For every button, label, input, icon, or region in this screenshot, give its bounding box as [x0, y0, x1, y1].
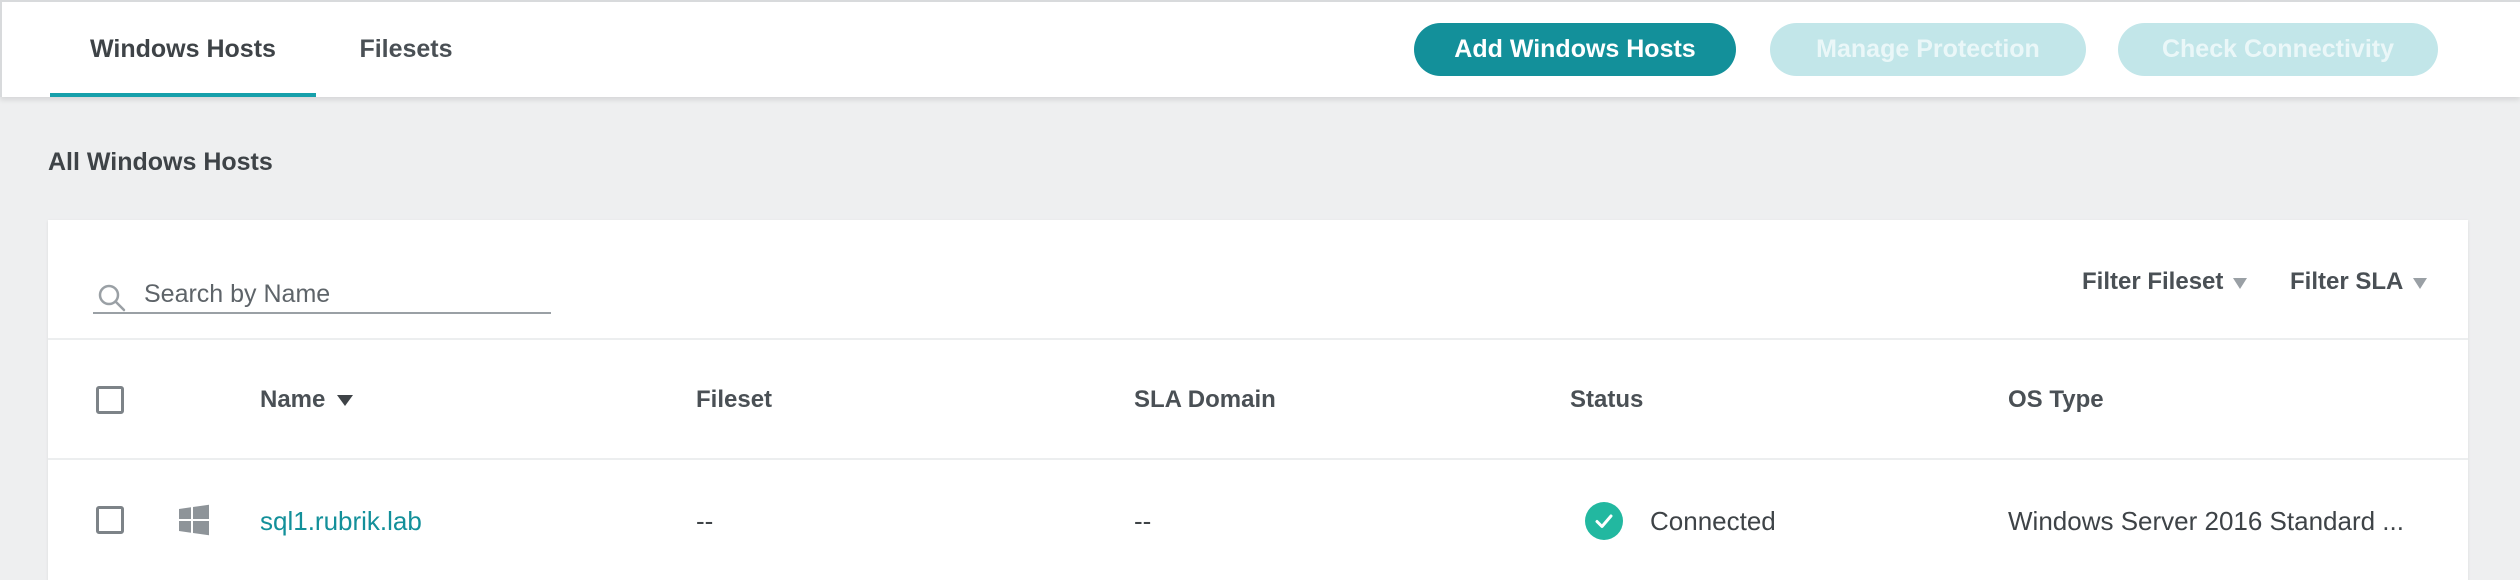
filter-fileset-dropdown[interactable]: Filter Fileset [2082, 264, 2248, 300]
column-os-type-label: OS Type [2008, 386, 2104, 413]
filter-sla-dropdown[interactable]: Filter SLA [2290, 264, 2428, 300]
column-header-status: Status [1570, 382, 1643, 418]
column-fileset-label: Fileset [696, 386, 773, 413]
chevron-down-icon [2413, 278, 2428, 289]
divider [48, 338, 2468, 340]
fileset-cell: -- [696, 505, 714, 536]
check-connectivity-button[interactable]: Check Connectivity [2118, 23, 2438, 76]
tab-filesets[interactable]: Filesets [344, 2, 468, 97]
column-header-sla-domain: SLA Domain [1134, 382, 1276, 418]
divider [48, 458, 2468, 460]
column-name-label: Name [260, 386, 326, 413]
check-circle-icon [1585, 502, 1623, 540]
row-checkbox[interactable] [96, 506, 124, 534]
check-connectivity-label: Check Connectivity [2161, 35, 2394, 63]
top-bar: Windows Hosts Filesets Add Windows Hosts… [0, 0, 2520, 97]
column-header-fileset: Fileset [696, 382, 772, 418]
sla-domain-cell: -- [1134, 505, 1152, 536]
column-header-name[interactable]: Name [260, 382, 354, 418]
filter-sla-label: Filter SLA [2290, 268, 2404, 295]
manage-protection-label: Manage Protection [1816, 35, 2040, 63]
select-all-checkbox[interactable] [96, 386, 124, 414]
add-windows-hosts-label: Add Windows Hosts [1454, 35, 1696, 63]
os-type-cell: Windows Server 2016 Standard ... [2008, 505, 2404, 536]
hosts-table-card: Filter Fileset Filter SLA Name Fileset S… [48, 220, 2468, 580]
sort-down-icon [337, 394, 354, 406]
checkmark-icon [1595, 514, 1613, 528]
host-name-link[interactable]: sql1.rubrik.lab [260, 503, 422, 539]
search-input[interactable] [144, 277, 544, 311]
tab-filesets-label: Filesets [359, 35, 453, 63]
column-status-label: Status [1570, 386, 1644, 413]
column-header-os-type: OS Type [2008, 382, 2104, 418]
add-windows-hosts-button[interactable]: Add Windows Hosts [1414, 23, 1736, 76]
chevron-down-icon [2233, 278, 2248, 289]
manage-protection-button[interactable]: Manage Protection [1770, 23, 2086, 76]
tab-windows-hosts[interactable]: Windows Hosts [50, 2, 316, 97]
tab-windows-hosts-label: Windows Hosts [90, 35, 276, 63]
column-sla-domain-label: SLA Domain [1134, 386, 1276, 413]
search-icon [98, 284, 126, 312]
status-cell: Connected [1650, 505, 1776, 536]
section-title: All Windows Hosts [48, 148, 273, 176]
windows-icon [179, 504, 209, 536]
filter-fileset-label: Filter Fileset [2082, 268, 2224, 295]
